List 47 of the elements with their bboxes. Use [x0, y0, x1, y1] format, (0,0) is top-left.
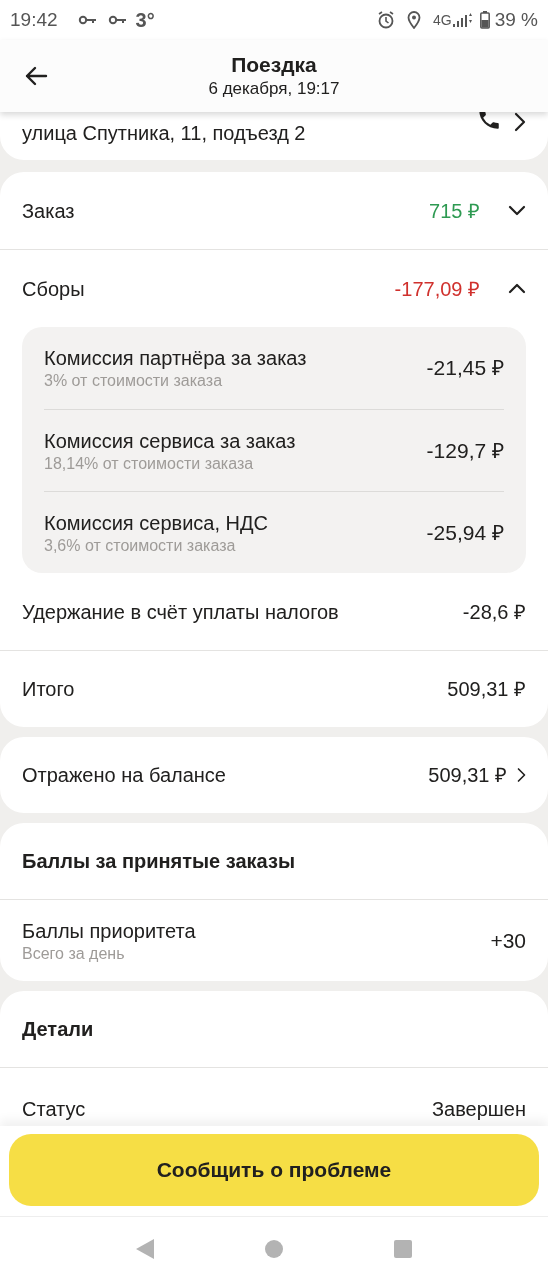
amount-text: 715 ₽ [429, 198, 480, 224]
battery-icon [479, 11, 490, 29]
fee-amount: -21,45 ₽ [426, 355, 504, 382]
amount-text: -177,09 ₽ [394, 276, 480, 302]
row-label: Баллы приоритета [22, 918, 197, 944]
address-text: улица Спутника, 11, подъезд 2 [22, 121, 307, 146]
fee-subtitle: 3% от стоимости заказа [44, 371, 224, 391]
clock-time: 19:42 [10, 7, 58, 32]
alarm-icon [377, 11, 395, 29]
key-icon [77, 15, 98, 25]
fee-title: Комиссия партнёра за заказ [44, 346, 308, 371]
fee-amount: -25,94 ₽ [426, 519, 504, 546]
row-label: Итого [22, 677, 76, 702]
fee-amount: -129,7 ₽ [426, 437, 504, 464]
amount-text: 509,31 ₽ [428, 763, 507, 788]
back-button[interactable] [24, 64, 50, 88]
fee-title: Комиссия сервиса за заказ [44, 428, 297, 454]
screen-title: Поездка [231, 52, 317, 78]
key-icon [107, 15, 128, 25]
balance-row[interactable]: Отражено на балансе 509,31 ₽ [0, 737, 548, 813]
fee-subtitle: 3,6% от стоимости заказа [44, 535, 237, 556]
expand-button[interactable] [508, 204, 526, 217]
row-label: Отражено на балансе [22, 763, 227, 788]
chevron-right-icon [514, 112, 526, 132]
row-label: Сборы [22, 276, 86, 302]
section-title: Детали [22, 1017, 95, 1042]
signal-icon [451, 12, 472, 28]
amount-text: -28,6 ₽ [462, 599, 526, 625]
location-icon [407, 11, 421, 29]
chevron-right-icon [517, 767, 526, 783]
row-subtitle: Всего за день [22, 943, 126, 964]
fee-subtitle: 18,14% от стоимости заказа [44, 453, 255, 474]
weather-temperature: 3° [135, 8, 155, 33]
report-problem-button[interactable]: Сообщить о проблеме [9, 1134, 539, 1206]
screen-subtitle: 6 декабря, 19:17 [208, 78, 340, 100]
section-title: Баллы за принятые заказы [22, 849, 296, 874]
row-label: Заказ [22, 198, 76, 224]
points-value: +30 [490, 927, 526, 954]
fee-title: Комиссия сервиса, НДС [44, 510, 269, 536]
amount-text: 509,31 ₽ [447, 677, 526, 702]
amount-text: Завершен [431, 1097, 526, 1122]
row-label: Удержание в счёт уплаты налогов [22, 599, 340, 625]
battery-level: 39 % [494, 7, 538, 32]
network-type: 4G [433, 10, 452, 30]
address-card[interactable]: улица Спутника, 11, подъезд 2 [0, 112, 548, 160]
collapse-button[interactable] [508, 282, 526, 295]
row-label: Статус [22, 1097, 87, 1122]
